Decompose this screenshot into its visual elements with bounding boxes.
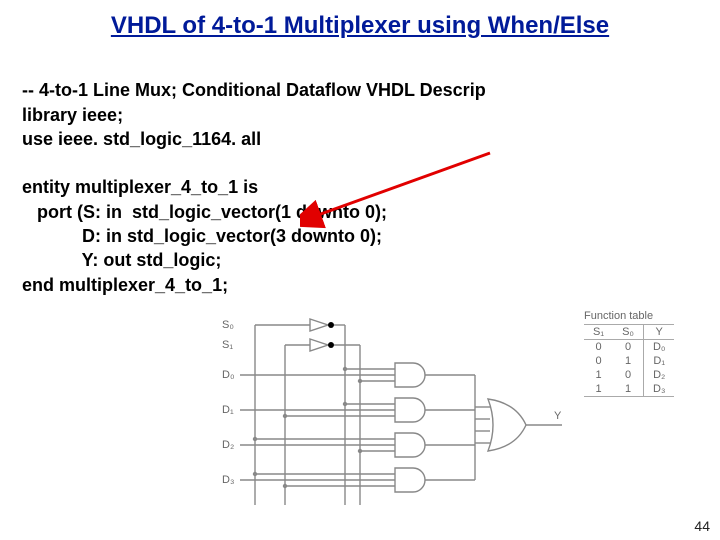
code-line: use ieee. std_logic_1164. all (22, 129, 261, 149)
code-line: port (S: in std_logic_vector(1 downto 0)… (22, 202, 387, 222)
function-table-title: Function table (584, 310, 674, 322)
slide-title: VHDL of 4-to-1 Multiplexer using When/El… (0, 0, 720, 44)
ft-cell: 1 (584, 368, 613, 382)
code-line: D: in std_logic_vector(3 downto 0); (22, 226, 382, 246)
ft-cell: D₃ (643, 382, 674, 397)
page-number: 44 (694, 518, 710, 534)
function-table: Function table S₁ S₀ Y 00D₀ 01D₁ 10D₂ 11… (584, 310, 674, 397)
code-line: entity multiplexer_4_to_1 is (22, 177, 258, 197)
ft-cell: D₁ (643, 354, 674, 368)
code-line: library ieee; (22, 105, 123, 125)
ft-cell: D₂ (643, 368, 674, 382)
ft-cell: D₀ (643, 340, 674, 355)
code-line: Y: out std_logic; (22, 250, 221, 270)
ft-cell: 0 (613, 340, 643, 355)
label-s0: S₀ (222, 319, 234, 331)
label-d0: D₀ (222, 369, 235, 381)
ft-header: S₁ (584, 325, 613, 340)
mux-circuit-diagram: S₀ S₁ D₀ D₁ D₂ D₃ Y (210, 315, 570, 515)
code-line: -- 4-to-1 Line Mux; Conditional Dataflow… (22, 80, 486, 100)
label-s1: S₁ (222, 339, 233, 351)
vhdl-code-block: -- 4-to-1 Line Mux; Conditional Dataflow… (0, 44, 720, 297)
ft-cell: 0 (613, 368, 643, 382)
ft-cell: 1 (613, 354, 643, 368)
label-d2: D₂ (222, 439, 234, 451)
ft-cell: 1 (613, 382, 643, 397)
ft-header: S₀ (613, 325, 643, 340)
ft-header: Y (643, 325, 674, 340)
ft-cell: 0 (584, 354, 613, 368)
code-line: end multiplexer_4_to_1; (22, 275, 228, 295)
ft-cell: 1 (584, 382, 613, 397)
label-y: Y (554, 410, 562, 422)
ft-cell: 0 (584, 340, 613, 355)
label-d3: D₃ (222, 474, 234, 486)
label-d1: D₁ (222, 404, 234, 416)
